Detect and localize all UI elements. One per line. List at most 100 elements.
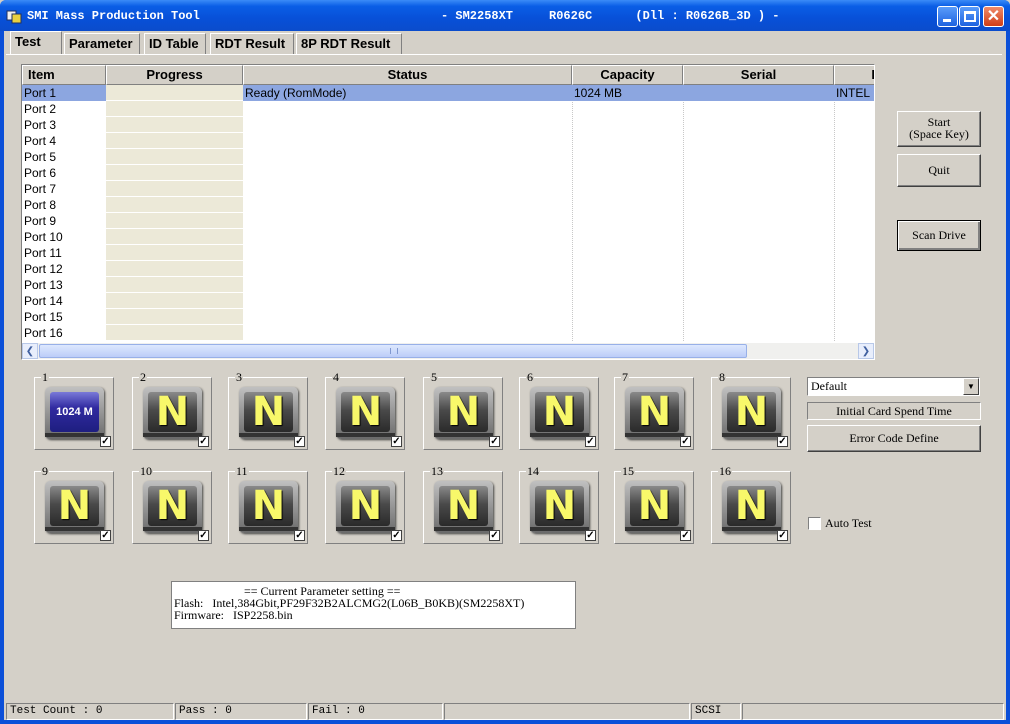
port-tile[interactable]: 8 N ✓	[711, 371, 791, 450]
error-code-define-button[interactable]: Error Code Define	[807, 425, 981, 452]
header-progress[interactable]: Progress	[106, 65, 243, 85]
port-enable-checkbox[interactable]: ✓	[585, 530, 596, 541]
quit-button[interactable]: Quit	[897, 154, 981, 187]
title-bar[interactable]: SMI Mass Production Tool - SM2258XT R062…	[0, 0, 1010, 31]
maximize-button[interactable]	[959, 6, 980, 27]
cell-extra	[834, 213, 874, 229]
port-tile[interactable]: 2 N ✓	[132, 371, 212, 450]
table-row[interactable]: Port 16	[22, 325, 874, 341]
scan-drive-button[interactable]: Scan Drive	[897, 220, 981, 251]
chevron-down-icon[interactable]: ▼	[963, 378, 979, 395]
start-button[interactable]: Start (Space Key)	[897, 111, 981, 147]
mode-select[interactable]: Default ▼	[807, 377, 980, 396]
table-row[interactable]: Port 12	[22, 261, 874, 277]
table-row[interactable]: Port 3	[22, 117, 874, 133]
table-row[interactable]: Port 11	[22, 245, 874, 261]
port-enable-checkbox[interactable]: ✓	[198, 436, 209, 447]
cell-progress	[106, 213, 243, 229]
table-row[interactable]: Port 7	[22, 181, 874, 197]
cell-item: Port 10	[24, 230, 63, 244]
port-enable-checkbox[interactable]: ✓	[391, 530, 402, 541]
horizontal-scrollbar[interactable]: ❮ ❯	[22, 343, 874, 359]
table-row[interactable]: Port 9	[22, 213, 874, 229]
port-tile[interactable]: 14 N ✓	[519, 465, 599, 544]
table-row[interactable]: Port 13	[22, 277, 874, 293]
scroll-left-icon[interactable]: ❮	[22, 343, 38, 359]
port-tile[interactable]: 11 N ✓	[228, 465, 308, 544]
port-tile[interactable]: 9 N ✓	[34, 465, 114, 544]
header-serial[interactable]: Serial	[683, 65, 834, 85]
cell-status	[243, 149, 572, 165]
table-row[interactable]: Port 5	[22, 149, 874, 165]
header-status[interactable]: Status	[243, 65, 572, 85]
table-row[interactable]: Port 15	[22, 309, 874, 325]
cell-capacity: 1024 MB	[572, 85, 683, 101]
port-enable-checkbox[interactable]: ✓	[680, 530, 691, 541]
table-row[interactable]: Port 10	[22, 229, 874, 245]
port-enable-checkbox[interactable]: ✓	[680, 436, 691, 447]
port-enable-checkbox[interactable]: ✓	[391, 436, 402, 447]
port-number: 4	[332, 370, 340, 384]
port-tile[interactable]: 1 1024 M ✓	[34, 371, 114, 450]
tab-test[interactable]: Test	[10, 31, 62, 54]
cell-item: Port 12	[24, 262, 63, 276]
port-tile[interactable]: 13 N ✓	[423, 465, 503, 544]
drive-icon-strip	[45, 433, 104, 437]
port-status-label: N	[637, 389, 672, 435]
port-tile[interactable]: 5 N ✓	[423, 371, 503, 450]
port-tile[interactable]: 6 N ✓	[519, 371, 599, 450]
drive-icon-strip	[336, 527, 395, 531]
port-enable-checkbox[interactable]: ✓	[777, 436, 788, 447]
port-number: 11	[235, 464, 249, 478]
table-row[interactable]: Port 1 Ready (RomMode) 1024 MB INTEL	[22, 85, 874, 101]
scrollbar-thumb[interactable]	[39, 344, 747, 358]
auto-test-box[interactable]	[808, 517, 821, 530]
cell-progress	[106, 309, 243, 325]
tab-id-table[interactable]: ID Table	[144, 33, 206, 54]
port-enable-checkbox[interactable]: ✓	[100, 530, 111, 541]
port-list[interactable]: Item Progress Status Capacity Serial I P…	[21, 64, 875, 360]
cell-progress	[106, 261, 243, 277]
port-number: 3	[235, 370, 243, 384]
tab-parameter[interactable]: Parameter	[64, 33, 140, 54]
port-enable-checkbox[interactable]: ✓	[198, 530, 209, 541]
drive-icon-face: N	[727, 486, 776, 526]
cell-item: Port 6	[24, 166, 57, 180]
port-tile[interactable]: 7 N ✓	[614, 371, 694, 450]
table-row[interactable]: Port 8	[22, 197, 874, 213]
table-row[interactable]: Port 6	[22, 165, 874, 181]
port-tile[interactable]: 4 N ✓	[325, 371, 405, 450]
header-item[interactable]: Item	[22, 65, 106, 85]
table-row[interactable]: Port 2	[22, 101, 874, 117]
tab-8p-rdt-result[interactable]: 8P RDT Result	[296, 33, 402, 54]
cell-item: Port 8	[24, 198, 57, 212]
table-row[interactable]: Port 14	[22, 293, 874, 309]
header-extra[interactable]: I	[834, 65, 874, 85]
port-tile[interactable]: 3 N ✓	[228, 371, 308, 450]
drive-icon: N	[434, 387, 493, 439]
port-tile[interactable]: 15 N ✓	[614, 465, 694, 544]
scroll-right-icon[interactable]: ❯	[858, 343, 874, 359]
port-status-label: N	[155, 389, 190, 435]
tab-rdt-result[interactable]: RDT Result	[210, 33, 294, 54]
header-capacity[interactable]: Capacity	[572, 65, 683, 85]
port-enable-checkbox[interactable]: ✓	[777, 530, 788, 541]
minimize-button[interactable]	[937, 6, 958, 27]
port-enable-checkbox[interactable]: ✓	[294, 436, 305, 447]
close-button[interactable]: ✕	[983, 6, 1004, 27]
port-enable-checkbox[interactable]: ✓	[489, 530, 500, 541]
port-enable-checkbox[interactable]: ✓	[100, 436, 111, 447]
drive-icon-strip	[530, 527, 589, 531]
port-tile[interactable]: 10 N ✓	[132, 465, 212, 544]
port-tile[interactable]: 12 N ✓	[325, 465, 405, 544]
cell-progress	[106, 149, 243, 165]
port-tile[interactable]: 16 N ✓	[711, 465, 791, 544]
port-enable-checkbox[interactable]: ✓	[585, 436, 596, 447]
cell-serial	[683, 85, 834, 101]
cell-capacity	[572, 229, 683, 245]
port-enable-checkbox[interactable]: ✓	[294, 530, 305, 541]
status-blank	[444, 703, 690, 720]
table-row[interactable]: Port 4	[22, 133, 874, 149]
cell-item: Port 15	[24, 310, 63, 324]
port-enable-checkbox[interactable]: ✓	[489, 436, 500, 447]
